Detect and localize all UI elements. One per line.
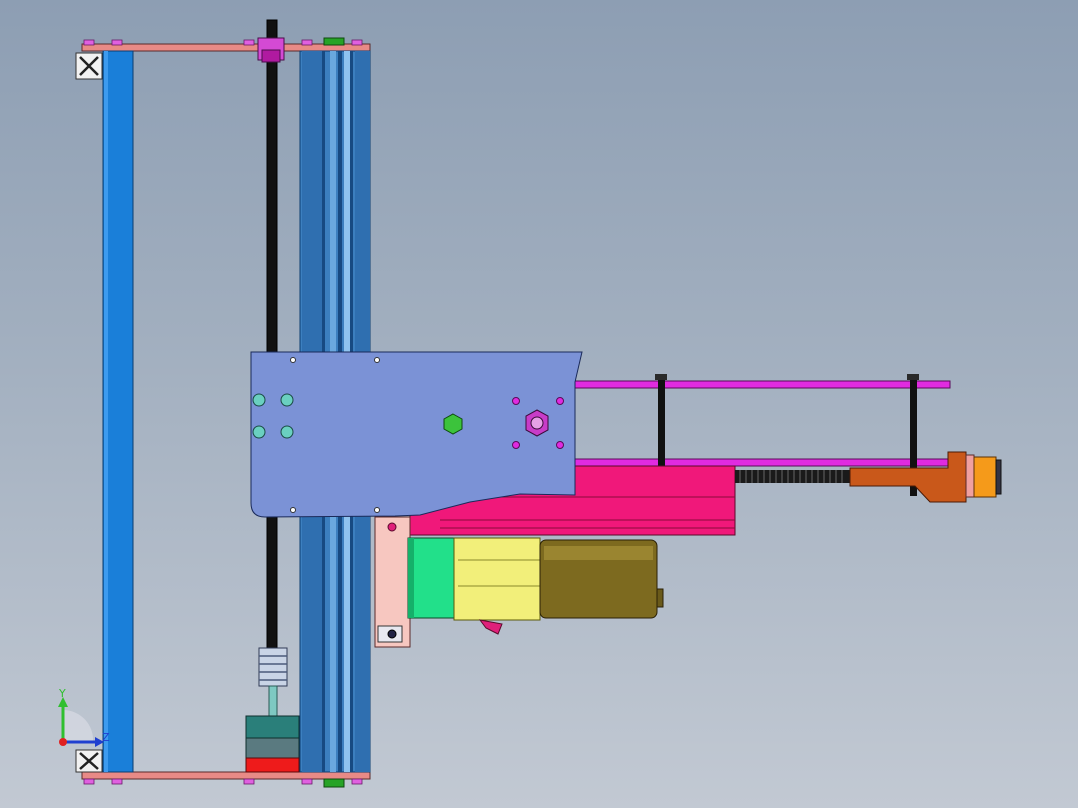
coordinate-triad: Y Z (58, 687, 110, 747)
bottom-green-bolt (323, 778, 345, 788)
stepper-motor[interactable] (245, 715, 300, 773)
lead-screw-nut-lower (261, 49, 281, 63)
x-axis-dot (59, 738, 67, 746)
center-green-bolt (443, 413, 463, 435)
triad-y-label: Y (58, 687, 66, 700)
spindle-mount[interactable] (374, 516, 411, 648)
extrusion-profile-top (75, 52, 103, 80)
triad-z-label: Z (102, 731, 110, 744)
horizontal-arm[interactable] (559, 380, 951, 467)
cad-viewport[interactable]: Y Z (0, 0, 1078, 808)
carriage-plate[interactable] (250, 351, 583, 518)
top-green-bolt (323, 37, 345, 46)
left-extrusion-highlight (104, 51, 108, 772)
threaded-rod[interactable] (735, 470, 855, 483)
cad-scene[interactable]: Y Z (0, 0, 1078, 808)
shaft-coupler[interactable] (258, 647, 288, 717)
bottom-crossbar[interactable] (81, 771, 371, 780)
lead-screw[interactable] (266, 19, 278, 651)
extrusion-profile-bottom (75, 749, 103, 773)
spindle-motor[interactable] (407, 537, 664, 635)
